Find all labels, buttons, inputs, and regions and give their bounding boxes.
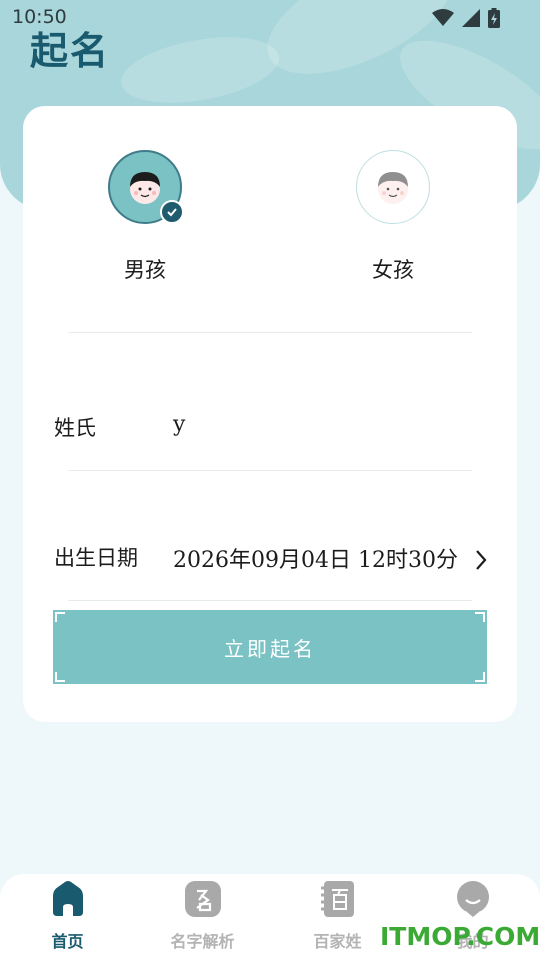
profile-icon: [456, 881, 489, 917]
divider: [68, 332, 472, 333]
cellular-signal-icon: [462, 9, 480, 27]
nav-item-home[interactable]: 首页: [0, 874, 135, 960]
gender-option-boy[interactable]: 男孩: [85, 150, 205, 284]
surname-label: 姓氏: [54, 416, 96, 440]
nav-item-name-analysis[interactable]: 名字解析: [135, 874, 270, 960]
status-icons: [432, 8, 500, 28]
watermark-text: ITMOP.COM: [380, 922, 540, 951]
corner-ornament: [475, 612, 485, 622]
girl-avatar: [356, 150, 430, 224]
generate-names-label: 立即起名: [224, 636, 316, 661]
home-icon: [52, 881, 83, 916]
naming-form-card: 男孩 女孩 姓氏 y 出生日期 2026年09月04日 12时30分 立即起名: [23, 106, 517, 722]
girl-face-icon: [378, 172, 408, 204]
surnames-book-icon: [320, 881, 354, 917]
gender-label-boy: 男孩: [124, 258, 166, 282]
nav-label-surnames: 百家姓: [313, 932, 362, 951]
generate-names-button[interactable]: 立即起名: [53, 610, 487, 684]
chevron-right-icon[interactable]: [473, 548, 489, 572]
corner-ornament: [475, 672, 485, 682]
page-title: 起名: [30, 28, 111, 73]
corner-ornament: [55, 672, 65, 682]
selected-check-icon: [160, 200, 184, 224]
wifi-icon: [432, 9, 454, 26]
nav-label-home: 首页: [51, 932, 84, 951]
nav-label-name-analysis: 名字解析: [170, 932, 235, 951]
birth-date-label: 出生日期: [54, 546, 138, 570]
divider: [68, 470, 472, 471]
battery-charging-icon: [488, 8, 500, 28]
corner-ornament: [55, 612, 65, 622]
gender-label-girl: 女孩: [372, 258, 414, 282]
boy-avatar: [108, 150, 184, 224]
boy-face-icon: [130, 172, 160, 204]
name-analysis-icon: [184, 881, 221, 917]
gender-option-girl[interactable]: 女孩: [333, 150, 453, 284]
divider: [68, 600, 472, 601]
birth-date-value[interactable]: 2026年09月04日 12时30分: [173, 542, 458, 574]
surname-input[interactable]: y: [173, 412, 185, 437]
